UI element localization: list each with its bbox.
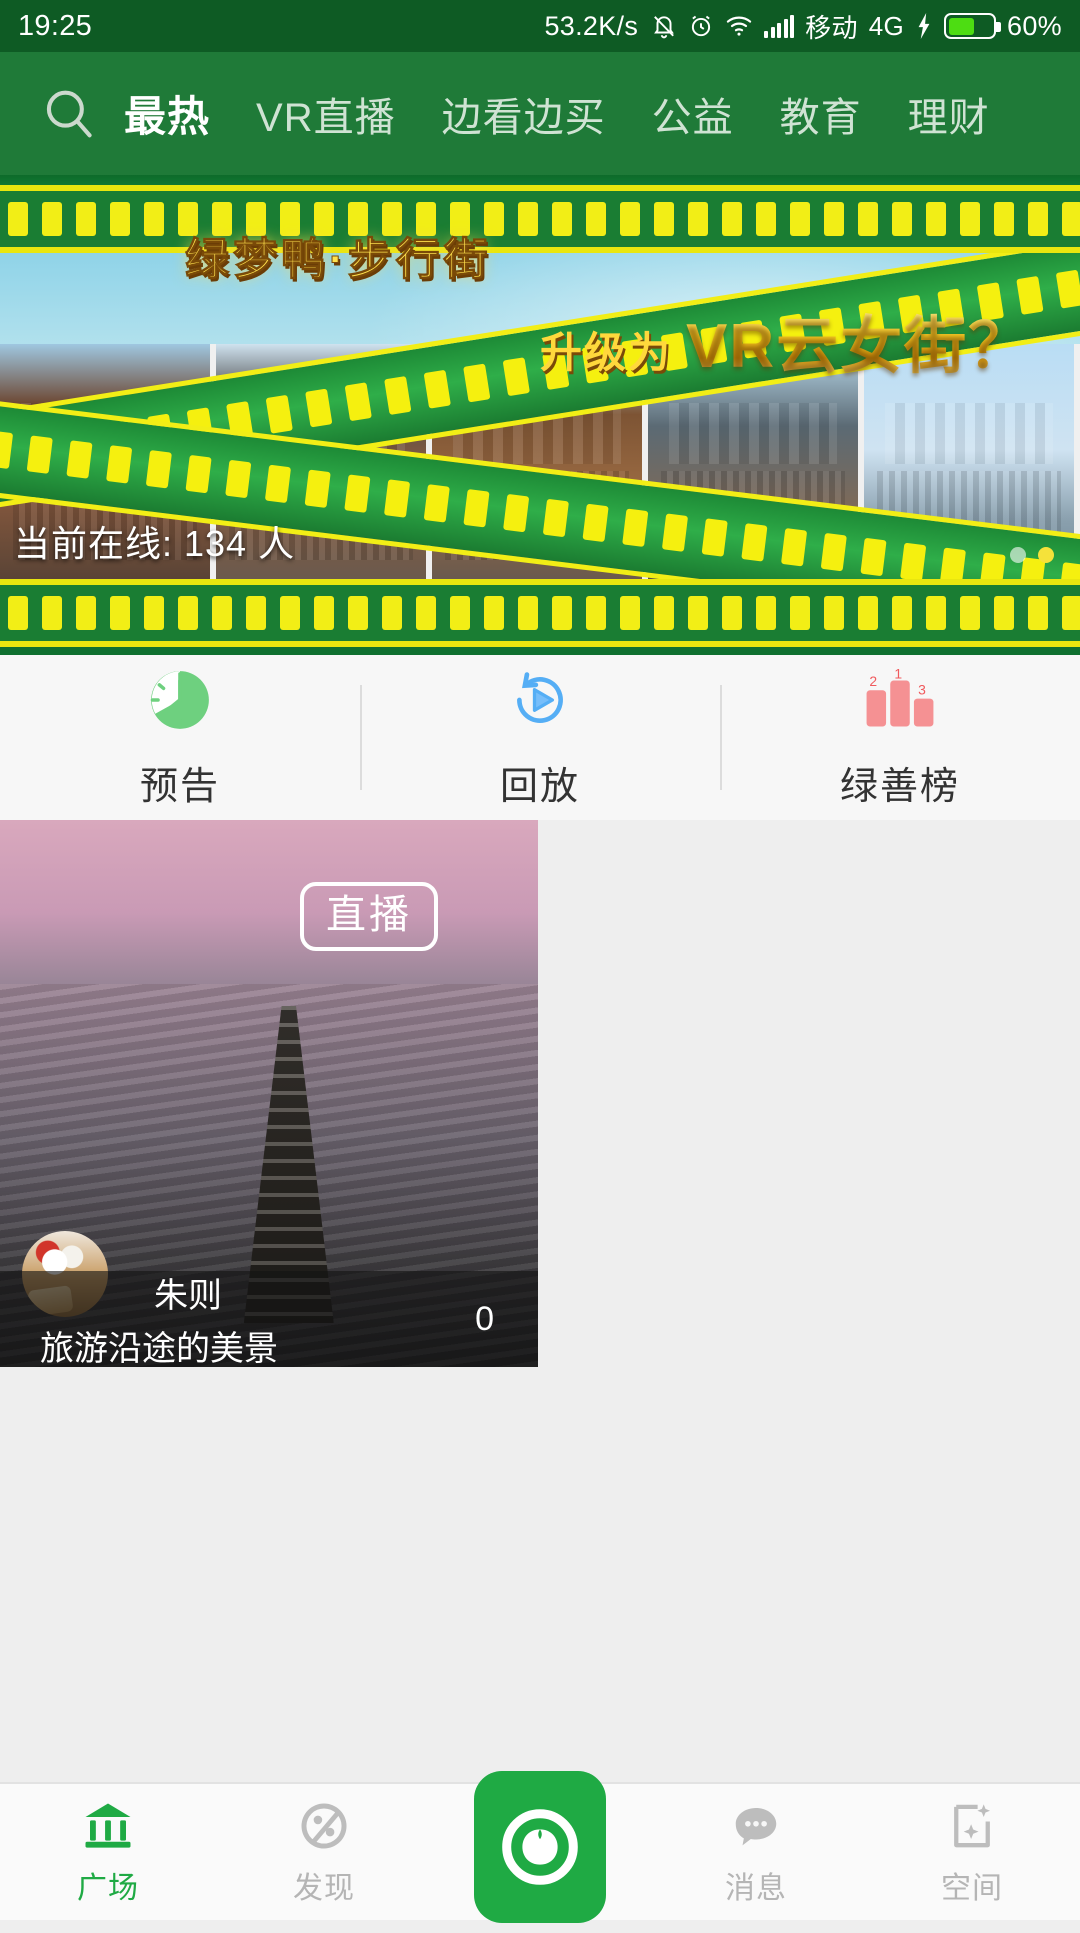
banner-pagination-dots[interactable] (1010, 547, 1054, 563)
message-icon (729, 1797, 783, 1855)
bottom-nav-label: 消息 (725, 1872, 787, 1905)
quick-action-label: 预告 (139, 766, 220, 808)
status-bar: 19:25 53.2K/s 移动 4G 60% (0, 0, 1080, 52)
bottom-nav-item-plaza[interactable]: 广场 (0, 1797, 216, 1907)
quick-action-rank[interactable]: 2 1 3 绿善榜 (720, 665, 1080, 810)
space-icon (945, 1797, 999, 1855)
carrier-name: 移动 (805, 12, 858, 43)
banner-title: 绿梦鸭·步行街 (185, 235, 492, 285)
tab-shop-while-watching[interactable]: 边看边买 (442, 85, 606, 143)
banner-dot-active[interactable] (1038, 547, 1054, 563)
quick-action-preview[interactable]: 预告 (0, 665, 360, 810)
banner-subtitle: 升级为 VR云女街？ (540, 295, 1032, 385)
status-clock: 19:25 (18, 9, 93, 42)
bottom-nav-item-discover[interactable]: 发现 (216, 1797, 432, 1907)
quick-action-label: 回放 (499, 766, 580, 808)
top-navigation-bar: 最热 VR直播 边看边买 公益 教育 理财 (0, 52, 1080, 175)
network-type: 4G (868, 10, 905, 41)
promo-banner[interactable]: 绿梦鸭·步行街 升级为 VR云女街？ 当前在线: 134 人 (0, 175, 1080, 655)
tab-charity[interactable]: 公益 (652, 85, 734, 143)
charging-bolt-icon (915, 13, 933, 39)
banner-subtitle-prefix: 升级为 (540, 329, 673, 376)
card-footer: 朱则 旅游沿途的美景 0 (0, 1271, 538, 1367)
bottom-nav-label: 发现 (293, 1872, 355, 1905)
film-strip-bottom (0, 579, 1080, 647)
film-strip-top (0, 185, 1080, 253)
replay-icon (507, 665, 573, 735)
battery-percent: 60% (1007, 10, 1062, 41)
live-stream-card[interactable]: 直播 朱则 旅游沿途的美景 0 (0, 820, 538, 1367)
svg-text:1: 1 (894, 667, 902, 681)
discover-icon (297, 1797, 351, 1855)
tab-vr-live[interactable]: VR直播 (256, 85, 396, 143)
network-speed-text: 53.2K/s (544, 10, 639, 41)
quick-action-row: 预告 回放 2 1 3 绿善榜 (0, 655, 1080, 820)
quick-action-replay[interactable]: 回放 (360, 665, 720, 810)
bottom-nav-item-message[interactable]: 消息 (648, 1797, 864, 1907)
banner-dot[interactable] (1010, 547, 1026, 563)
banner-subtitle-main: VR云女街？ (686, 295, 1032, 385)
stream-title: 旅游沿途的美景 (40, 1330, 278, 1367)
svg-text:2: 2 (869, 673, 877, 689)
alarm-icon (688, 13, 714, 39)
camera-eye-button[interactable] (474, 1771, 606, 1923)
search-icon[interactable] (32, 85, 106, 143)
wifi-icon (725, 14, 753, 38)
signal-icon (764, 14, 795, 38)
bottom-nav-item-camera[interactable] (432, 1771, 648, 1933)
tab-finance[interactable]: 理财 (908, 85, 990, 143)
battery-icon (944, 13, 1002, 39)
svg-text:3: 3 (918, 681, 926, 697)
tab-zuire[interactable]: 最热 (124, 83, 210, 144)
podium-rank-icon: 2 1 3 (861, 665, 939, 735)
viewer-count: 0 (475, 1299, 494, 1338)
category-tabs: 最热 VR直播 边看边买 公益 教育 理财 (106, 83, 990, 144)
bottom-nav-label: 空间 (941, 1872, 1003, 1905)
bottom-nav-label: 广场 (77, 1872, 139, 1905)
live-stream-grid: 直播 朱则 旅游沿途的美景 0 (0, 820, 1080, 1367)
streamer-name: 朱则 (154, 1277, 222, 1315)
bottom-navigation-bar: 广场 发现 消息 空间 (0, 1771, 1080, 1923)
status-badge: 直播 (300, 882, 438, 951)
status-indicators: 53.2K/s 移动 4G 60% (544, 8, 1062, 45)
quick-action-label: 绿善榜 (839, 766, 960, 808)
card-text-block: 朱则 旅游沿途的美景 (40, 1268, 278, 1367)
clock-icon (147, 665, 213, 735)
tab-education[interactable]: 教育 (780, 85, 862, 143)
bottom-nav-item-space[interactable]: 空间 (864, 1797, 1080, 1907)
online-count-label: 当前在线: 134 人 (14, 523, 296, 564)
bell-muted-icon (651, 12, 677, 40)
plaza-icon (81, 1797, 135, 1855)
